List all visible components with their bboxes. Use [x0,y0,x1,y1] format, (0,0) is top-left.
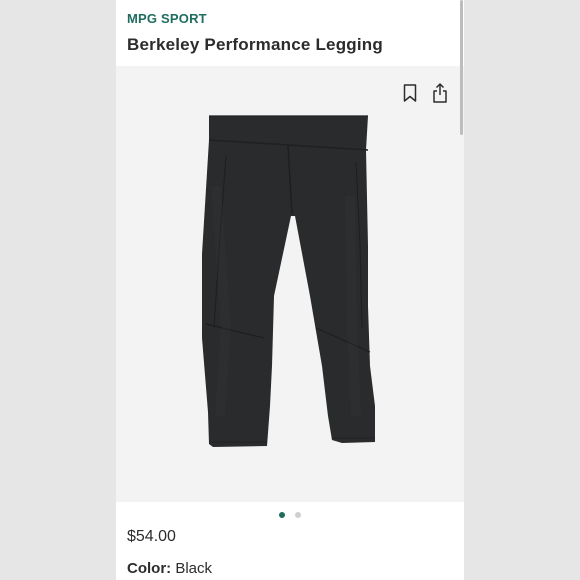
right-backdrop [464,0,580,580]
share-icon[interactable] [428,80,452,106]
brand-name[interactable]: MPG SPORT [127,11,207,26]
product-title: Berkeley Performance Legging [127,35,383,54]
scrollbar[interactable] [460,0,463,135]
carousel-dot[interactable] [295,512,301,518]
carousel-indicator [116,509,464,521]
color-value: Black [175,560,213,577]
product-screen: MPG SPORT Berkeley Performance Legging $… [116,0,464,580]
bookmark-icon[interactable] [398,80,422,106]
carousel-dot-active[interactable] [279,512,285,518]
product-header: MPG SPORT Berkeley Performance Legging [116,0,464,66]
product-price: $54.00 [127,528,176,545]
left-backdrop [0,0,116,580]
product-image-carousel[interactable] [116,66,464,502]
product-image [116,66,464,502]
color-info: Color: Black [127,560,212,577]
color-label: Color: [127,560,172,577]
